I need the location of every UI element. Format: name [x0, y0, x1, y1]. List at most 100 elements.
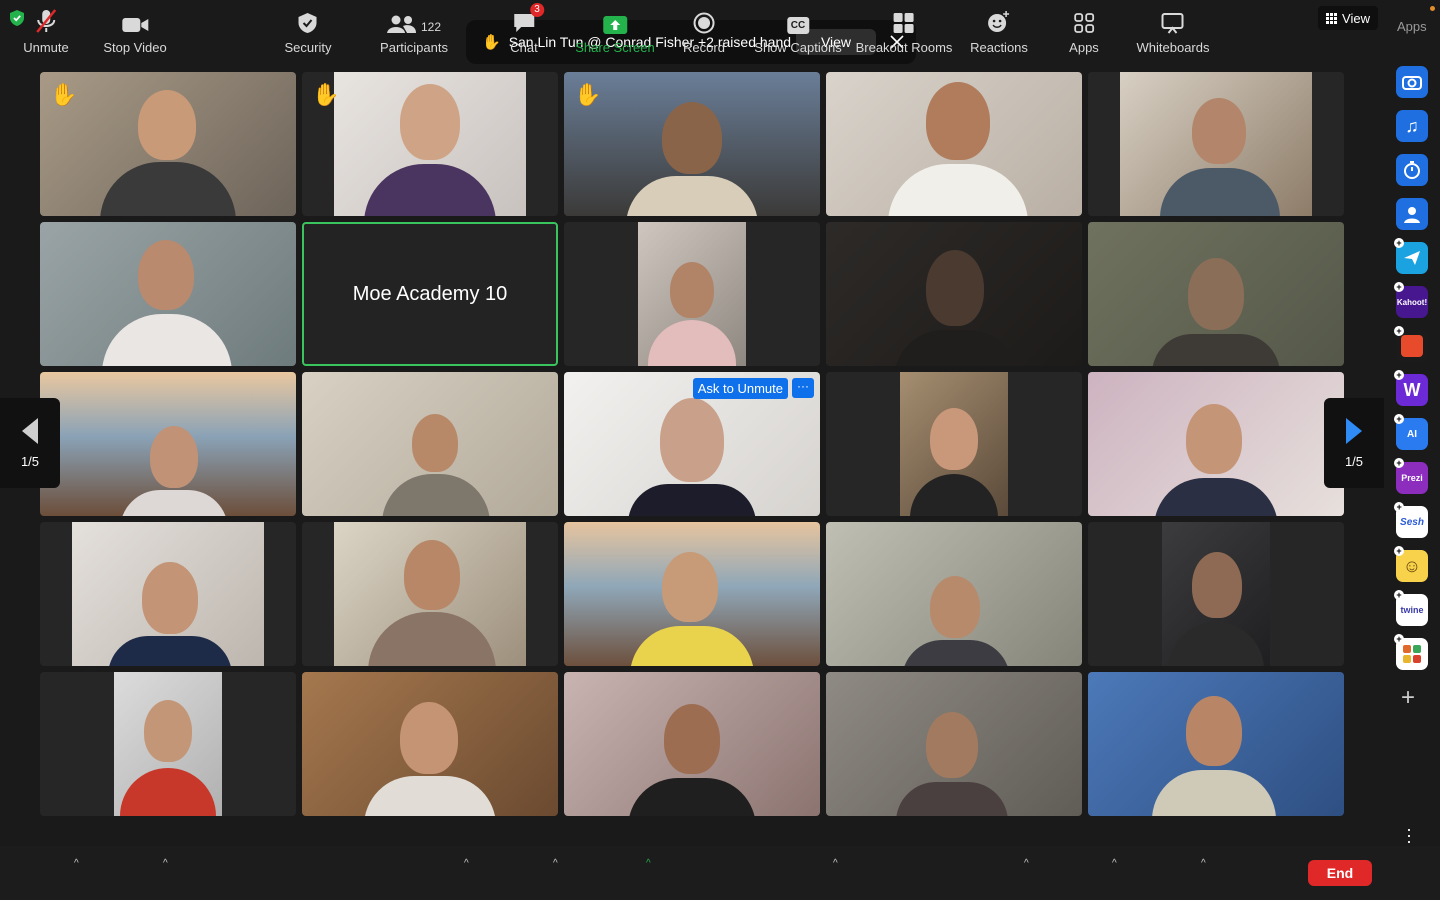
- plus-icon: +: [1394, 414, 1404, 424]
- video-tile[interactable]: [826, 222, 1082, 366]
- video-tile[interactable]: [40, 222, 296, 366]
- send-app-icon[interactable]: +: [1394, 238, 1428, 274]
- plus-icon: +: [1394, 634, 1404, 644]
- video-tile[interactable]: [1088, 672, 1344, 816]
- record-button[interactable]: Record: [683, 6, 725, 55]
- twine-app-icon[interactable]: + twine: [1394, 590, 1428, 626]
- video-tile[interactable]: [1088, 522, 1344, 666]
- participants-options-caret-icon[interactable]: ^: [464, 858, 469, 869]
- video-tile[interactable]: [40, 522, 296, 666]
- ask-to-unmute-button[interactable]: Ask to Unmute: [692, 378, 788, 399]
- whiteboards-button[interactable]: Whiteboards: [1137, 6, 1209, 55]
- plus-icon: +: [1394, 546, 1404, 556]
- video-tile[interactable]: ✋: [302, 72, 558, 216]
- next-page-button[interactable]: 1/5: [1324, 398, 1384, 488]
- app-label: Kahoot!: [1396, 297, 1428, 307]
- kahoot-app-icon[interactable]: + Kahoot!: [1394, 282, 1428, 318]
- video-tile[interactable]: [826, 372, 1082, 516]
- share-screen-icon: [603, 6, 627, 34]
- video-off-tile[interactable]: Moe Academy 10: [302, 222, 558, 366]
- music-app-icon[interactable]: ♫: [1396, 110, 1428, 142]
- share-screen-button[interactable]: Share Screen: [575, 6, 655, 55]
- security-label: Security: [284, 40, 332, 55]
- stop-video-button[interactable]: Stop Video: [103, 6, 167, 55]
- stop-video-label: Stop Video: [103, 40, 167, 55]
- breakout-rooms-button[interactable]: Breakout Rooms: [856, 6, 952, 55]
- record-icon: [693, 6, 715, 34]
- whiteboards-options-caret-icon[interactable]: ^: [1201, 858, 1206, 869]
- page-indicator: 1/5: [20, 453, 40, 469]
- video-tile[interactable]: [40, 672, 296, 816]
- participant-video: [638, 222, 746, 366]
- plus-icon: +: [1394, 326, 1404, 336]
- participant-video: [40, 372, 296, 516]
- avatar-app-icon[interactable]: [1396, 198, 1428, 230]
- video-tile[interactable]: [40, 372, 296, 516]
- chat-button[interactable]: 3 Chat: [510, 3, 544, 55]
- prezi-app-icon[interactable]: + Prezi: [1394, 458, 1428, 494]
- show-captions-button[interactable]: CC Show Captions: [754, 6, 842, 55]
- video-tile[interactable]: [564, 222, 820, 366]
- share-options-caret-icon[interactable]: ^: [646, 858, 651, 869]
- participants-label: Participants: [380, 40, 448, 55]
- chat-label: Chat: [510, 40, 538, 55]
- video-options-caret-icon[interactable]: ^: [163, 858, 168, 869]
- video-tile[interactable]: [564, 672, 820, 816]
- participants-button[interactable]: 122 Participants: [380, 6, 448, 55]
- apps-options-caret-icon[interactable]: ^: [1112, 858, 1117, 869]
- plus-icon: +: [1394, 370, 1404, 380]
- video-tile[interactable]: [1088, 72, 1344, 216]
- raised-hand-icon: ✋: [574, 82, 602, 107]
- app-label: AI: [1407, 428, 1417, 440]
- video-tile[interactable]: [826, 72, 1082, 216]
- video-tile[interactable]: ✋: [40, 72, 296, 216]
- more-options-button[interactable]: ···: [792, 378, 814, 398]
- video-tile[interactable]: [302, 372, 558, 516]
- view-button[interactable]: View: [1318, 6, 1378, 30]
- chat-options-caret-icon[interactable]: ^: [553, 858, 558, 869]
- emoji-app-icon[interactable]: + ☺: [1394, 546, 1428, 582]
- video-tile[interactable]: [564, 522, 820, 666]
- video-tile[interactable]: Ask to Unmute ···: [564, 372, 820, 516]
- video-tile[interactable]: ✋: [564, 72, 820, 216]
- ai-app-icon[interactable]: + AI: [1394, 414, 1428, 450]
- participant-video: [826, 522, 1082, 666]
- audio-options-caret-icon[interactable]: ^: [74, 858, 79, 869]
- video-tile[interactable]: [302, 522, 558, 666]
- plus-icon: +: [1394, 238, 1404, 248]
- captions-options-caret-icon[interactable]: ^: [833, 858, 838, 869]
- video-tile[interactable]: [1088, 372, 1344, 516]
- red-app-icon[interactable]: +: [1394, 326, 1428, 362]
- camera-app-icon[interactable]: [1396, 66, 1428, 98]
- plus-icon: +: [1394, 590, 1404, 600]
- security-button[interactable]: Security: [284, 6, 332, 55]
- apps-button[interactable]: Apps: [1069, 6, 1099, 55]
- timer-app-icon[interactable]: [1396, 154, 1428, 186]
- grid-app-icon[interactable]: +: [1394, 634, 1428, 670]
- more-vertical-icon[interactable]: · · ·: [1406, 820, 1412, 850]
- previous-page-button[interactable]: 1/5: [0, 398, 60, 488]
- video-tile[interactable]: [302, 672, 558, 816]
- muted-mic-icon: [35, 6, 57, 34]
- notification-dot: [1430, 6, 1435, 11]
- record-label: Record: [683, 40, 725, 55]
- participant-video: [40, 72, 296, 216]
- participant-video: [826, 672, 1082, 816]
- add-app-icon[interactable]: +: [1401, 684, 1415, 712]
- captions-icon: CC: [786, 6, 810, 34]
- smiley-plus-icon: [987, 6, 1011, 34]
- apps-icon: [1073, 6, 1095, 34]
- end-meeting-button[interactable]: End: [1308, 860, 1372, 886]
- video-tile[interactable]: [826, 672, 1082, 816]
- video-tile[interactable]: [1088, 222, 1344, 366]
- reactions-button[interactable]: Reactions: [970, 6, 1028, 55]
- encryption-shield-icon[interactable]: [10, 10, 24, 26]
- chat-bubble-icon: 3: [512, 3, 544, 34]
- sesh-app-icon[interactable]: + Sesh: [1394, 502, 1428, 538]
- reactions-options-caret-icon[interactable]: ^: [1024, 858, 1029, 869]
- captions-badge: CC: [786, 17, 810, 34]
- participant-video: [302, 672, 558, 816]
- w-app-icon[interactable]: + W: [1394, 370, 1428, 406]
- video-tile[interactable]: [826, 522, 1082, 666]
- unmute-button[interactable]: Unmute: [23, 6, 69, 55]
